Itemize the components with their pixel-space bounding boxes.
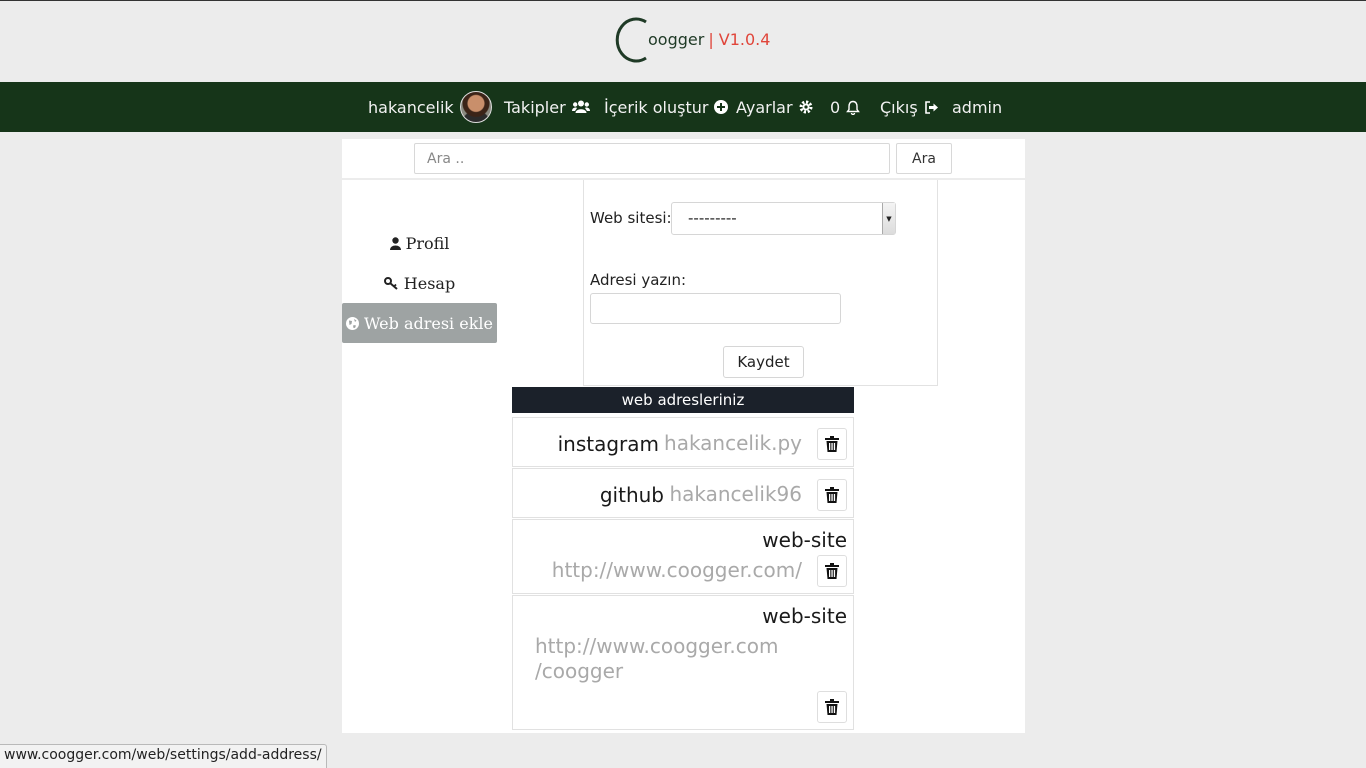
logo-c-mark [612,17,650,63]
delete-button[interactable] [817,691,847,723]
website-label: Web sitesi: [590,209,672,227]
logo-text: oogger | V1.0.4 [648,30,770,49]
address-site: web-site [762,528,847,552]
version-label: | V1.0.4 [708,30,771,49]
nav-follows-label: Takipler [504,97,566,117]
sidebar-item-profile[interactable]: Profil [342,223,497,263]
trash-icon [825,487,839,503]
delete-button[interactable] [817,479,847,511]
site-logo[interactable]: oogger | V1.0.4 [612,17,770,63]
users-icon [571,100,590,114]
nav-logout[interactable]: Çıkış [880,82,939,132]
address-url: hakancelik.py [664,431,802,455]
add-address-form: Web sitesi: --------- ▼ Adresi yazın: Ka… [583,180,938,386]
address-card: web-site http://www.coogger.com /coogger [512,595,854,730]
address-input[interactable] [590,293,841,324]
chevron-down-icon: ▼ [882,203,895,234]
nav-follows[interactable]: Takipler [504,82,590,132]
address-card: web-site http://www.coogger.com/ [512,519,854,594]
nav-logout-label: Çıkış [880,97,918,117]
nav-create-label: İçerik oluştur [604,97,709,117]
address-url: http://www.coogger.com/ [551,558,802,582]
address-site: web-site [762,604,847,628]
top-navbar: hakancelik Takipler İçerik oluştur Ayarl… [0,82,1366,132]
search-input[interactable] [414,143,890,174]
address-label: Adresi yazın: [590,271,687,289]
logo-header: oogger | V1.0.4 [0,1,1366,82]
sidebar-item-label: Hesap [403,273,456,293]
nav-settings-label: Ayarlar [736,97,793,117]
nav-settings[interactable]: Ayarlar [736,82,813,132]
address-site: instagram [557,432,659,456]
nav-admin-label: admin [952,97,1003,117]
nav-admin[interactable]: admin [952,82,1002,132]
address-url-line1: http://www.coogger.com [535,634,779,658]
search-bar: Ara [342,139,1025,178]
gear-icon [799,100,813,114]
website-select[interactable]: --------- ▼ [671,202,896,235]
address-card: instagram hakancelik.py [512,417,854,467]
key-icon [383,276,399,290]
browser-status-url: www.coogger.com/web/settings/add-address… [0,744,327,768]
trash-icon [825,436,839,452]
settings-panel: Profil Hesap Web adresi ekle Web sitesi:… [342,180,1025,733]
plus-circle-icon [714,100,729,114]
nav-notifications[interactable]: 0 [830,82,861,132]
notification-count: 0 [830,97,841,117]
sidebar-item-label: Web adresi ekle [364,313,493,333]
avatar [459,91,492,123]
addresses-header: web adresleriniz [512,387,854,413]
address-site: github [599,483,664,507]
nav-username: hakancelik [368,97,454,117]
user-icon [389,236,401,250]
sign-out-icon [924,100,939,114]
logo-name: oogger [648,30,705,49]
sidebar-item-label: Profil [405,233,450,253]
sidebar-item-account[interactable]: Hesap [342,263,497,303]
delete-button[interactable] [817,428,847,460]
search-button[interactable]: Ara [896,143,952,174]
address-card: github hakancelik96 [512,468,854,518]
address-url: hakancelik96 [669,482,802,506]
delete-button[interactable] [817,555,847,587]
trash-icon [825,699,839,715]
nav-create-content[interactable]: İçerik oluştur [604,82,729,132]
address-url-line2: /coogger [535,659,624,683]
trash-icon [825,563,839,579]
bell-icon [846,100,861,115]
sidebar-item-add-web-address[interactable]: Web adresi ekle [342,303,497,343]
globe-icon [346,316,359,330]
save-button[interactable]: Kaydet [723,346,804,378]
nav-user-profile[interactable]: hakancelik [368,82,492,132]
website-select-value: --------- [688,209,737,227]
